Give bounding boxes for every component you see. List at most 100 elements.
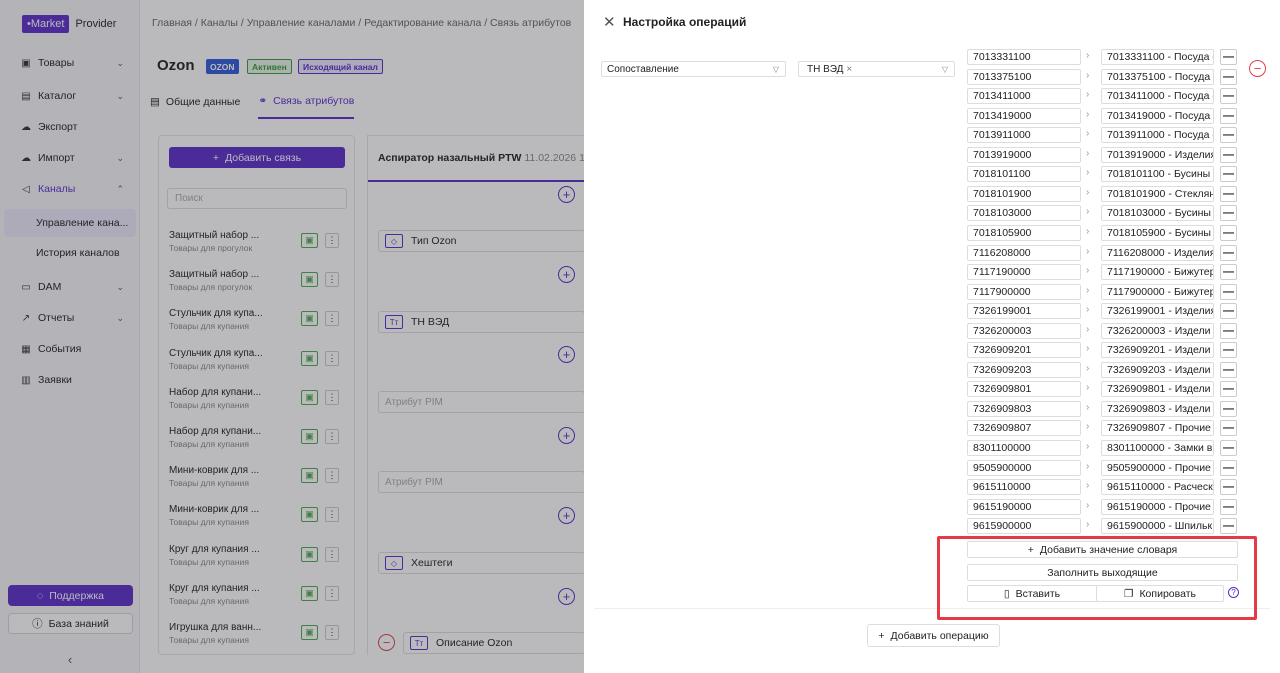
- target-value-input[interactable]: 9505900000 - Прочие: [1101, 459, 1214, 476]
- plus-icon: +: [878, 629, 885, 642]
- remove-row-button[interactable]: —: [1220, 440, 1237, 456]
- target-value-input[interactable]: 7117900000 - Бижутер: [1101, 283, 1214, 300]
- add-operation-label: Добавить операцию: [890, 629, 989, 642]
- source-value-input[interactable]: 9615900000: [967, 518, 1081, 535]
- target-value-input[interactable]: 7013331100 - Посуда с: [1101, 49, 1214, 65]
- source-value-input[interactable]: 7326199001: [967, 303, 1081, 320]
- source-value-input[interactable]: 7018105900: [967, 224, 1081, 241]
- remove-row-button[interactable]: —: [1220, 68, 1237, 85]
- arrow-right-icon: ›: [1086, 421, 1090, 433]
- remove-row-button[interactable]: —: [1220, 361, 1237, 378]
- target-value-input[interactable]: 7116208000 - Изделия: [1101, 244, 1214, 261]
- arrow-right-icon: ›: [1086, 362, 1090, 374]
- chevron-down-icon: ▽: [941, 64, 948, 74]
- arrow-right-icon: ›: [1086, 499, 1090, 511]
- target-value-input[interactable]: 7117190000 - Бижутер: [1101, 264, 1214, 281]
- remove-row-button[interactable]: —: [1220, 107, 1237, 124]
- panel-title: Настройка операций: [623, 15, 747, 29]
- source-value-input[interactable]: 7326200003: [967, 322, 1081, 339]
- source-value-input[interactable]: 7018101100: [967, 166, 1081, 183]
- remove-row-button[interactable]: —: [1220, 224, 1237, 241]
- source-value-input[interactable]: 7013419000: [967, 107, 1081, 124]
- target-value-input[interactable]: 9615900000 - Шпильк: [1101, 518, 1214, 535]
- arrow-right-icon: ›: [1086, 382, 1090, 394]
- target-value-input[interactable]: 7013419000 - Посуда с: [1101, 107, 1214, 124]
- source-value-input[interactable]: 7013911000: [967, 127, 1081, 144]
- source-value-input[interactable]: 7013411000: [967, 88, 1081, 105]
- mapping-row: 7018101900 › 7018101900 - Стеклян —: [967, 184, 1237, 204]
- target-value-input[interactable]: 7326200003 - Издели: [1101, 322, 1214, 339]
- attribute-select[interactable]: ТН ВЭД × ▽: [798, 61, 955, 77]
- source-value-input[interactable]: 7326909807: [967, 420, 1081, 437]
- source-value-input[interactable]: 9615110000: [967, 479, 1081, 496]
- mapping-row: 7326200003 › 7326200003 - Издели —: [967, 321, 1237, 341]
- target-value-input[interactable]: 7326909803 - Издели: [1101, 400, 1214, 417]
- source-value-input[interactable]: 7013375100: [967, 68, 1081, 85]
- remove-row-button[interactable]: —: [1220, 166, 1237, 183]
- source-value-input[interactable]: 7013919000: [967, 146, 1081, 163]
- mapping-row: 7018101100 › 7018101100 - Бусины с —: [967, 164, 1237, 184]
- remove-row-button[interactable]: —: [1220, 303, 1237, 320]
- source-value-input[interactable]: 7117900000: [967, 283, 1081, 300]
- source-value-input[interactable]: 7013331100: [967, 49, 1081, 65]
- source-value-input[interactable]: 7018101900: [967, 185, 1081, 202]
- remove-row-button[interactable]: —: [1220, 498, 1237, 515]
- target-value-input[interactable]: 8301100000 - Замки в: [1101, 440, 1214, 456]
- target-value-input[interactable]: 7326909203 - Издели: [1101, 361, 1214, 378]
- remove-row-button[interactable]: —: [1220, 88, 1237, 105]
- arrow-right-icon: ›: [1086, 206, 1090, 218]
- target-value-input[interactable]: 7326909201 - Издели: [1101, 342, 1214, 359]
- remove-row-button[interactable]: —: [1220, 342, 1237, 359]
- target-value-input[interactable]: 7013411000 - Посуда с: [1101, 88, 1214, 105]
- target-value-input[interactable]: 7018103000 - Бусины: [1101, 205, 1214, 222]
- source-value-input[interactable]: 7326909203: [967, 361, 1081, 378]
- target-value-input[interactable]: 9615190000 - Прочие: [1101, 498, 1214, 515]
- remove-operation-icon[interactable]: −: [1249, 60, 1266, 77]
- remove-row-button[interactable]: —: [1220, 49, 1237, 65]
- arrow-right-icon: ›: [1086, 441, 1090, 452]
- source-value-input[interactable]: 7117190000: [967, 264, 1081, 281]
- source-value-input[interactable]: 9505900000: [967, 459, 1081, 476]
- source-value-input[interactable]: 8301100000: [967, 440, 1081, 456]
- remove-row-button[interactable]: —: [1220, 479, 1237, 496]
- mapping-row: 7326909803 › 7326909803 - Издели —: [967, 399, 1237, 419]
- remove-row-button[interactable]: —: [1220, 264, 1237, 281]
- target-value-input[interactable]: 7018105900 - Бусины: [1101, 224, 1214, 241]
- chip-remove-icon[interactable]: ×: [846, 64, 852, 75]
- mapping-row: 7326199001 › 7326199001 - Изделия —: [967, 301, 1237, 321]
- source-value-input[interactable]: 7116208000: [967, 244, 1081, 261]
- source-value-input[interactable]: 9615190000: [967, 498, 1081, 515]
- remove-row-button[interactable]: —: [1220, 283, 1237, 300]
- target-value-input[interactable]: 7018101900 - Стеклян: [1101, 185, 1214, 202]
- source-value-input[interactable]: 7018103000: [967, 205, 1081, 222]
- target-value-input[interactable]: 7326199001 - Изделия: [1101, 303, 1214, 320]
- remove-row-button[interactable]: —: [1220, 518, 1237, 535]
- remove-row-button[interactable]: —: [1220, 185, 1237, 202]
- remove-row-button[interactable]: —: [1220, 459, 1237, 476]
- modal-overlay[interactable]: [0, 0, 584, 673]
- remove-row-button[interactable]: —: [1220, 322, 1237, 339]
- remove-row-button[interactable]: —: [1220, 381, 1237, 398]
- remove-row-button[interactable]: —: [1220, 127, 1237, 144]
- close-icon[interactable]: ✕: [603, 13, 616, 31]
- target-value-input[interactable]: 7326909807 - Прочие: [1101, 420, 1214, 437]
- target-value-input[interactable]: 7013375100 - Посуда с: [1101, 68, 1214, 85]
- mapping-row: 7326909807 › 7326909807 - Прочие —: [967, 418, 1237, 438]
- source-value-input[interactable]: 7326909803: [967, 400, 1081, 417]
- mapping-row: 7018103000 › 7018103000 - Бусины —: [967, 203, 1237, 223]
- target-value-input[interactable]: 7018101100 - Бусины с: [1101, 166, 1214, 183]
- source-value-input[interactable]: 7326909801: [967, 381, 1081, 398]
- operation-select[interactable]: Сопоставление ▽: [601, 61, 786, 77]
- remove-row-button[interactable]: —: [1220, 420, 1237, 437]
- remove-row-button[interactable]: —: [1220, 400, 1237, 417]
- remove-row-button[interactable]: —: [1220, 146, 1237, 163]
- remove-row-button[interactable]: —: [1220, 205, 1237, 222]
- target-value-input[interactable]: 7013911000 - Посуда с: [1101, 127, 1214, 144]
- source-value-input[interactable]: 7326909201: [967, 342, 1081, 359]
- mapping-row: 7117190000 › 7117190000 - Бижутер —: [967, 262, 1237, 282]
- target-value-input[interactable]: 9615110000 - Расческ: [1101, 479, 1214, 496]
- target-value-input[interactable]: 7013919000 - Изделия: [1101, 146, 1214, 163]
- add-operation-button[interactable]: + Добавить операцию: [867, 624, 1000, 647]
- remove-row-button[interactable]: —: [1220, 244, 1237, 261]
- target-value-input[interactable]: 7326909801 - Издели: [1101, 381, 1214, 398]
